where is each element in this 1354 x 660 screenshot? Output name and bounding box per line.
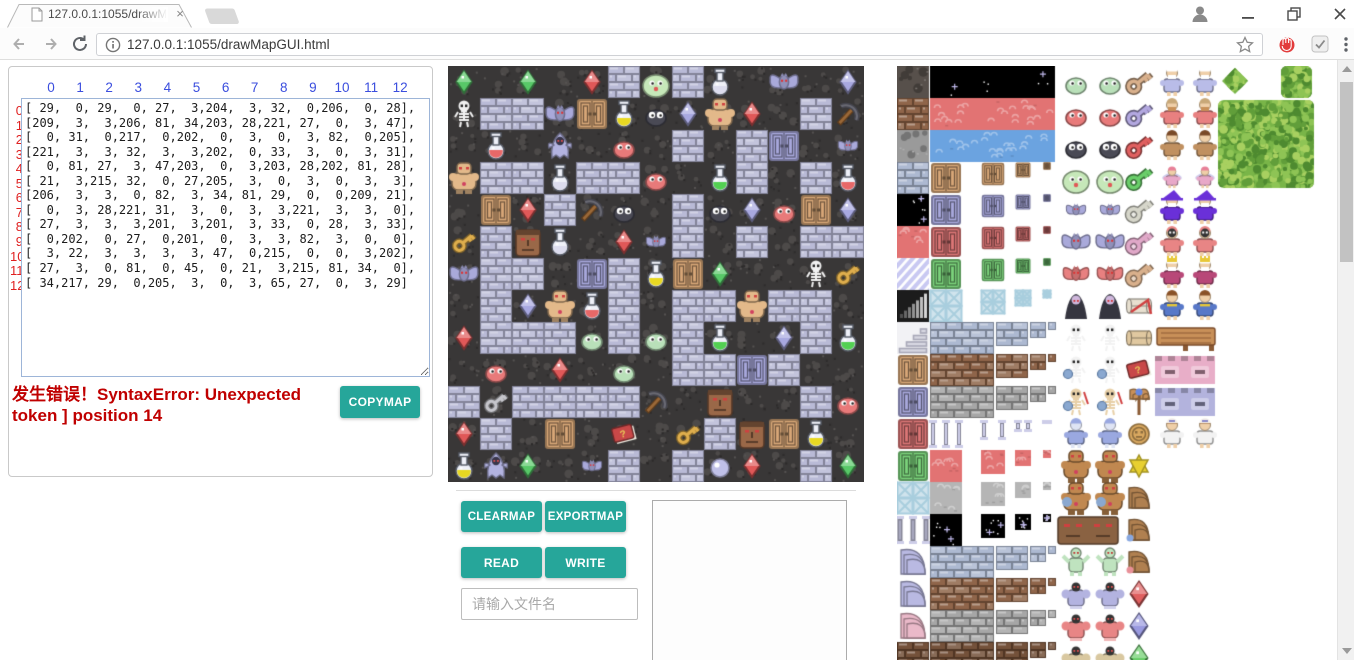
page-info-icon[interactable]: [105, 37, 121, 53]
page-scrollbar[interactable]: [1337, 60, 1354, 660]
export-output-box[interactable]: [652, 500, 847, 660]
bookmark-star-icon[interactable]: [1236, 36, 1254, 54]
window-minimize-button[interactable]: [1238, 4, 1258, 24]
refresh-button[interactable]: [68, 32, 92, 56]
copymap-button[interactable]: COPYMAP: [340, 386, 420, 418]
tileset-image[interactable]: [897, 66, 1318, 660]
url-text[interactable]: 127.0.0.1:1055/drawMapGUI.html: [127, 37, 330, 52]
forward-button[interactable]: [38, 32, 62, 56]
col-header: 11: [357, 80, 385, 95]
col-header: 3: [124, 80, 152, 95]
scrollbar-thumb[interactable]: [1340, 82, 1353, 262]
col-header: 5: [183, 80, 211, 95]
tab-close-icon[interactable]: ×: [172, 6, 188, 22]
profile-avatar-icon[interactable]: [1190, 4, 1210, 24]
col-header: 0: [37, 80, 65, 95]
extension-check-icon[interactable]: [1310, 34, 1330, 54]
back-button[interactable]: [8, 32, 32, 56]
scrollbar-up-arrow-icon[interactable]: [1342, 66, 1352, 72]
map-matrix-textarea[interactable]: [21, 98, 430, 377]
extension-hand-icon[interactable]: [1277, 34, 1297, 54]
browser-toolbar: 127.0.0.1:1055/drawMapGUI.html: [0, 28, 1354, 60]
scrollbar-down-arrow-icon[interactable]: [1342, 648, 1352, 654]
exportmap-button[interactable]: EXPORTMAP: [545, 501, 626, 532]
col-header: 8: [270, 80, 298, 95]
map-canvas[interactable]: [448, 66, 864, 482]
clearmap-button[interactable]: CLEARMAP: [461, 501, 542, 532]
col-header: 2: [95, 80, 123, 95]
browser-menu-icon[interactable]: [1336, 34, 1354, 54]
new-tab-button[interactable]: [205, 9, 239, 25]
col-header: 7: [241, 80, 269, 95]
read-button[interactable]: READ: [461, 547, 542, 578]
col-header: 9: [299, 80, 327, 95]
col-header: 6: [212, 80, 240, 95]
page-content: 0123456789101112 0123456789101112 发生错误！S…: [0, 60, 1354, 660]
matrix-panel: 0123456789101112 0123456789101112 发生错误！S…: [8, 66, 433, 477]
syntax-error-message: 发生错误！SyntaxError: Unexpected token ] pos…: [12, 384, 342, 426]
browser-tabbar: 127.0.0.1:1055/drawMa ×: [0, 0, 1354, 28]
filename-input[interactable]: [461, 588, 638, 620]
tab-title-fade: [136, 7, 168, 22]
col-header: 4: [153, 80, 181, 95]
url-bar[interactable]: 127.0.0.1:1055/drawMapGUI.html: [96, 33, 1263, 56]
window-close-button[interactable]: [1330, 4, 1350, 24]
col-header: 1: [66, 80, 94, 95]
divider-line: [456, 490, 856, 491]
page-favicon-icon: [30, 7, 44, 22]
col-header: 12: [386, 80, 414, 95]
write-button[interactable]: WRITE: [545, 547, 626, 578]
window-restore-button[interactable]: [1284, 4, 1304, 24]
col-header: 10: [328, 80, 356, 95]
